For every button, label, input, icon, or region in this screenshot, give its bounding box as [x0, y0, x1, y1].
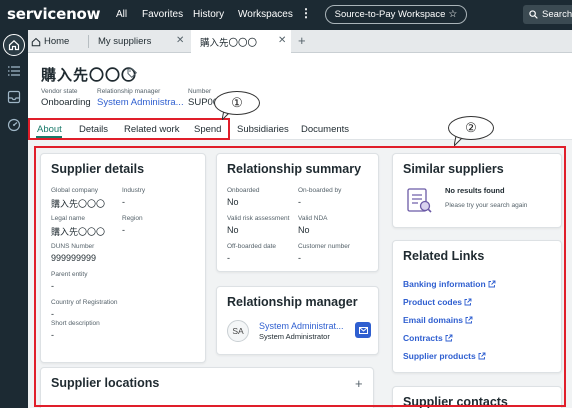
tab-documents[interactable]: Documents [301, 124, 349, 135]
annotation-box-content [34, 146, 566, 407]
close-icon[interactable]: ✕ [176, 35, 184, 46]
nav-favorites[interactable]: Favorites [142, 9, 183, 20]
add-tab-button[interactable]: + [298, 33, 306, 48]
relationship-manager-link[interactable]: System Administra... [97, 97, 184, 108]
home-icon [8, 39, 20, 51]
tab-my-suppliers-label: My suppliers [98, 36, 152, 47]
number-label: Number [188, 88, 212, 95]
tab-home-label: Home [44, 36, 70, 47]
home-rail-button[interactable] [3, 34, 25, 56]
left-rail [0, 30, 28, 408]
star-icon[interactable]: ☆ [448, 9, 457, 20]
search-icon [529, 10, 538, 19]
more-icon[interactable]: ⋮ [300, 6, 312, 20]
vendor-state-value: Onboarding [41, 97, 91, 108]
nav-workspaces[interactable]: Workspaces [238, 9, 293, 20]
vendor-state-label: Vendor state [41, 88, 78, 95]
relationship-manager-label: Relationship manager [97, 88, 161, 95]
global-search[interactable]: Search [523, 5, 572, 24]
dashboard-icon[interactable] [7, 118, 21, 132]
workspace-pill[interactable]: Source-to-Pay Workspace ☆ [325, 5, 467, 24]
list-icon[interactable] [7, 64, 21, 78]
record-title: 購入先〇〇〇 [41, 67, 138, 84]
nav-history[interactable]: History [193, 9, 224, 20]
tab-current-record[interactable]: 購入先〇〇〇 [191, 30, 291, 53]
annotation-callout-2: ② [448, 116, 494, 140]
tab-my-suppliers[interactable]: My suppliers [98, 30, 188, 53]
close-icon[interactable]: ✕ [278, 35, 286, 46]
annotation-callout-1: ① [214, 91, 260, 115]
tab-home[interactable]: Home [31, 30, 89, 53]
home-tab-icon [31, 37, 41, 46]
tag-icon[interactable] [127, 68, 137, 78]
workspace-label: Source-to-Pay Workspace [334, 9, 446, 20]
top-navigation: servicenow All Favorites History Workspa… [0, 0, 572, 30]
tab-current-label: 購入先〇〇〇 [200, 37, 258, 49]
annotation-box-tabs [28, 118, 230, 140]
search-label: Search [542, 9, 572, 20]
nav-all[interactable]: All [116, 9, 127, 20]
servicenow-logo[interactable]: servicenow [7, 5, 101, 23]
inbox-icon[interactable] [7, 90, 21, 104]
tab-bar: Home My suppliers ✕ 購入先〇〇〇 ✕ + [28, 30, 572, 53]
tab-separator [88, 35, 89, 48]
tab-subsidiaries[interactable]: Subsidiaries [237, 124, 289, 135]
